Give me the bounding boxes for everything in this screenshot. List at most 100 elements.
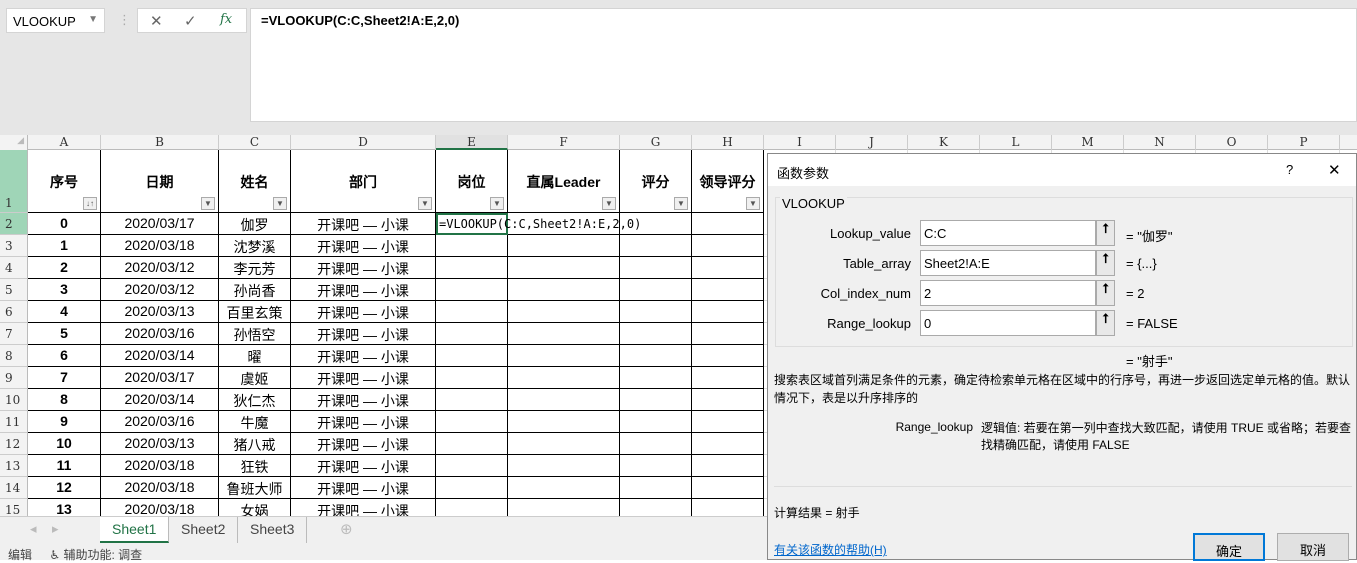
filter-dropdown-icon[interactable]: ▼ [602, 197, 616, 210]
column-header-G[interactable]: G [620, 135, 692, 150]
cell-G10[interactable] [620, 389, 692, 411]
header-cell-F[interactable]: 直属Leader ▼ [508, 150, 620, 213]
cell-D11[interactable]: 开课吧 — 小课 [291, 411, 436, 433]
column-header-I[interactable]: I [764, 135, 836, 150]
cell-D8[interactable]: 开课吧 — 小课 [291, 345, 436, 367]
cell-C10[interactable]: 狄仁杰 [219, 389, 291, 411]
name-box[interactable]: VLOOKUP ▼ [6, 8, 105, 33]
cell-G8[interactable] [620, 345, 692, 367]
cell-H10[interactable] [692, 389, 764, 411]
cell-D14[interactable]: 开课吧 — 小课 [291, 477, 436, 499]
column-header-N[interactable]: N [1124, 135, 1196, 150]
filter-dropdown-icon[interactable]: ▼ [490, 197, 504, 210]
help-icon[interactable]: ? [1286, 162, 1293, 177]
column-header-L[interactable]: L [980, 135, 1052, 150]
cell-A7[interactable]: 5 [28, 323, 101, 345]
cell-G7[interactable] [620, 323, 692, 345]
formula-input[interactable]: =VLOOKUP(C:C,Sheet2!A:E,2,0) [250, 8, 1357, 122]
cell-G13[interactable] [620, 455, 692, 477]
cell-F11[interactable] [508, 411, 620, 433]
cell-E10[interactable] [436, 389, 508, 411]
cell-G6[interactable] [620, 301, 692, 323]
header-cell-E[interactable]: 岗位 ▼ [436, 150, 508, 213]
cell-B7[interactable]: 2020/03/16 [101, 323, 219, 345]
select-all-icon[interactable]: ◢ [0, 135, 28, 150]
scroll-right-icon[interactable]: ▸ [52, 521, 59, 537]
row-header[interactable]: 13 [0, 455, 28, 477]
cell-F3[interactable] [508, 235, 620, 257]
cell-C2[interactable]: 伽罗 [219, 213, 291, 235]
cell-D2[interactable]: 开课吧 — 小课 [291, 213, 436, 235]
cell-G11[interactable] [620, 411, 692, 433]
sheet-tab-1[interactable]: Sheet1 [100, 517, 170, 543]
cell-B2[interactable]: 2020/03/17 [101, 213, 219, 235]
cell-A13[interactable]: 11 [28, 455, 101, 477]
cell-B11[interactable]: 2020/03/16 [101, 411, 219, 433]
row-header[interactable]: 11 [0, 411, 28, 433]
arg-input-table_array[interactable]: Sheet2!A:E [920, 250, 1096, 276]
enter-icon[interactable]: ✓ [184, 12, 197, 30]
cell-G14[interactable] [620, 477, 692, 499]
dialog-title-bar[interactable]: 函数参数 ? ✕ [768, 154, 1356, 186]
header-cell-D[interactable]: 部门 ▼ [291, 150, 436, 213]
cell-D4[interactable]: 开课吧 — 小课 [291, 257, 436, 279]
cell-F13[interactable] [508, 455, 620, 477]
cell-F7[interactable] [508, 323, 620, 345]
cell-E13[interactable] [436, 455, 508, 477]
column-header-E[interactable]: E [436, 135, 508, 150]
sheet-tab-3[interactable]: Sheet3 [238, 517, 308, 543]
cell-C12[interactable]: 猪八戒 [219, 433, 291, 455]
cell-C4[interactable]: 李元芳 [219, 257, 291, 279]
row-header[interactable]: 10 [0, 389, 28, 411]
cell-F10[interactable] [508, 389, 620, 411]
cell-D9[interactable]: 开课吧 — 小课 [291, 367, 436, 389]
cell-A9[interactable]: 7 [28, 367, 101, 389]
row-header[interactable]: 9 [0, 367, 28, 389]
column-header-H[interactable]: H [692, 135, 764, 150]
column-header-P[interactable]: P [1268, 135, 1340, 150]
row-header-1[interactable]: 1 [0, 150, 28, 213]
cell-D3[interactable]: 开课吧 — 小课 [291, 235, 436, 257]
cell-E9[interactable] [436, 367, 508, 389]
cell-A11[interactable]: 9 [28, 411, 101, 433]
cell-A8[interactable]: 6 [28, 345, 101, 367]
column-header-B[interactable]: B [101, 135, 219, 150]
cell-E7[interactable] [436, 323, 508, 345]
cell-E2[interactable]: =VLOOKUP(C:C,Sheet2!A:E,2,0) [436, 213, 641, 235]
column-header-K[interactable]: K [908, 135, 980, 150]
header-cell-A[interactable]: 序号 ↓↑ [28, 150, 101, 213]
cell-H4[interactable] [692, 257, 764, 279]
cell-B4[interactable]: 2020/03/12 [101, 257, 219, 279]
filter-dropdown-icon[interactable]: ▼ [201, 197, 215, 210]
arg-input-col_index_num[interactable]: 2 [920, 280, 1096, 306]
cell-A14[interactable]: 12 [28, 477, 101, 499]
cell-C7[interactable]: 孙悟空 [219, 323, 291, 345]
cell-B9[interactable]: 2020/03/17 [101, 367, 219, 389]
cell-E5[interactable] [436, 279, 508, 301]
cell-F9[interactable] [508, 367, 620, 389]
cell-G3[interactable] [620, 235, 692, 257]
cell-B8[interactable]: 2020/03/14 [101, 345, 219, 367]
cell-H3[interactable] [692, 235, 764, 257]
header-cell-C[interactable]: 姓名 ▼ [219, 150, 291, 213]
add-sheet-icon[interactable]: ⊕ [340, 520, 353, 538]
cell-B14[interactable]: 2020/03/18 [101, 477, 219, 499]
cell-H6[interactable] [692, 301, 764, 323]
cell-A2[interactable]: 0 [28, 213, 101, 235]
cell-E6[interactable] [436, 301, 508, 323]
cancel-icon[interactable]: ✕ [150, 12, 163, 30]
cell-A3[interactable]: 1 [28, 235, 101, 257]
cell-C13[interactable]: 狂铁 [219, 455, 291, 477]
drag-handle-icon[interactable]: ⋮ [118, 12, 131, 28]
cell-G9[interactable] [620, 367, 692, 389]
cell-A10[interactable]: 8 [28, 389, 101, 411]
collapse-dialog-icon[interactable]: ⭡ [1096, 310, 1115, 336]
cell-G5[interactable] [620, 279, 692, 301]
row-header[interactable]: 14 [0, 477, 28, 499]
column-header-J[interactable]: J [836, 135, 908, 150]
cell-C3[interactable]: 沈梦溪 [219, 235, 291, 257]
cell-H14[interactable] [692, 477, 764, 499]
collapse-dialog-icon[interactable]: ⭡ [1096, 220, 1115, 246]
cell-H11[interactable] [692, 411, 764, 433]
sort-filter-icon[interactable]: ↓↑ [83, 197, 97, 210]
